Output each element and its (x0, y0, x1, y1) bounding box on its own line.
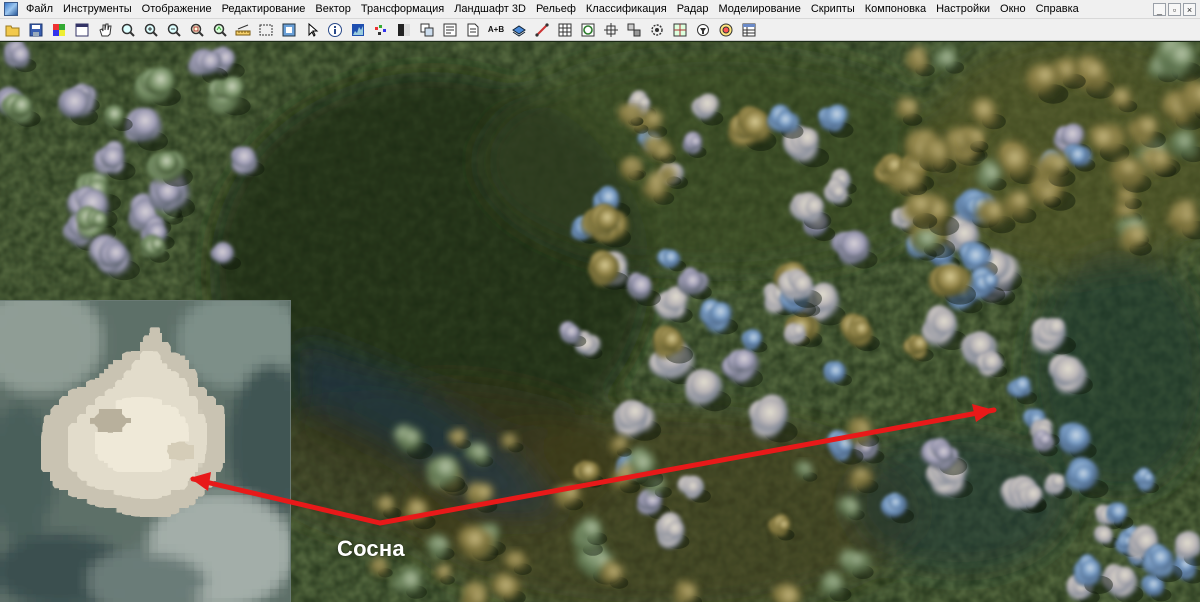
spreadsheet-icon (742, 23, 756, 36)
menu-items: Файл Инструменты Отображение Редактирование… (21, 0, 1084, 18)
ruler-icon (235, 24, 251, 35)
menu-file[interactable]: Файл (21, 0, 58, 18)
overlay-icon (443, 23, 457, 36)
menu-transform[interactable]: Трансформация (356, 0, 449, 18)
toolbar-button-window-view[interactable] (72, 20, 92, 39)
toolbar-button-contrast[interactable] (394, 20, 414, 39)
filter-icon (697, 23, 709, 36)
toolbar-button-layers[interactable] (509, 20, 529, 39)
toolbar-button-measure-line[interactable] (532, 20, 552, 39)
toolbar-button-settings-gear[interactable] (647, 20, 667, 39)
menu-help[interactable]: Справка (1031, 0, 1084, 18)
table-icon (558, 23, 572, 36)
zoom-icon (121, 23, 135, 37)
menu-tools[interactable]: Инструменты (58, 0, 137, 18)
histogram-icon (352, 23, 364, 36)
color-composite-icon (53, 23, 65, 36)
minimize-button[interactable]: _ (1153, 2, 1166, 16)
toolbar-button-vector-grid[interactable] (578, 20, 598, 39)
toolbar-button-pan-hand[interactable] (95, 20, 115, 39)
menu-scripts[interactable]: Скрипты (806, 0, 860, 18)
toolbar-button-save[interactable] (26, 20, 46, 39)
app-logo-icon[interactable] (4, 2, 18, 16)
menu-modeling[interactable]: Моделирование (714, 0, 806, 18)
image-view[interactable]: Сосна (0, 42, 1200, 602)
close-button[interactable]: × (1183, 2, 1196, 16)
toolbar-button-zoom[interactable] (118, 20, 138, 39)
menu-settings[interactable]: Настройки (931, 0, 995, 18)
toolbar-button-table[interactable] (555, 20, 575, 39)
band-math-icon: A+B (487, 25, 505, 34)
settings-gear-icon (651, 23, 663, 36)
save-icon (29, 23, 43, 36)
toolbar-button-info[interactable] (325, 20, 345, 39)
window-view-icon (75, 23, 89, 36)
pan-hand-icon (99, 23, 112, 36)
info-icon (328, 22, 342, 37)
toolbar-button-spreadsheet[interactable] (739, 20, 759, 39)
zoom-fit-icon (190, 23, 204, 37)
zoom-in-icon (144, 23, 158, 37)
menu-vector[interactable]: Вектор (310, 0, 356, 18)
toolbar-button-zoom-fit[interactable] (187, 20, 207, 39)
zoom-layer-icon (213, 23, 227, 37)
toolbar-button-crosshair[interactable] (601, 20, 621, 39)
toolbar-button-mosaic[interactable] (624, 20, 644, 39)
zoom-out-icon (167, 23, 181, 37)
menu-layout[interactable]: Компоновка (860, 0, 931, 18)
toolbar-button-target[interactable] (716, 20, 736, 39)
toolbar-button-select-rectangle[interactable] (256, 20, 276, 39)
vector-grid-icon (581, 23, 595, 36)
map-grid-icon (673, 23, 687, 36)
window-controls: _ ▫ × (1153, 2, 1196, 16)
menu-window[interactable]: Окно (995, 0, 1031, 18)
menu-classification[interactable]: Классификация (581, 0, 672, 18)
contrast-icon (398, 23, 410, 36)
toolbar-button-cursor[interactable] (302, 20, 322, 39)
menu-relief[interactable]: Рельеф (531, 0, 581, 18)
toolbar-button-ruler[interactable] (233, 20, 253, 39)
annotation-arrows (190, 404, 997, 526)
menu-bar: Файл Инструменты Отображение Редактирование… (0, 0, 1200, 19)
toolbar-button-document[interactable] (463, 20, 483, 39)
bands-icon (420, 23, 434, 36)
toolbar-button-band-math[interactable]: A+B (486, 20, 506, 39)
arrow-to-inset-line (190, 476, 383, 526)
menu-display[interactable]: Отображение (137, 0, 217, 18)
toolbar-button-zoom-out[interactable] (164, 20, 184, 39)
target-icon (719, 23, 733, 36)
toolbar-button-zoom-layer[interactable] (210, 20, 230, 39)
toolbar-button-overlay[interactable] (440, 20, 460, 39)
document-icon (467, 23, 479, 36)
toolbar-button-histogram[interactable] (348, 20, 368, 39)
toolbar-button-frame[interactable] (279, 20, 299, 39)
cursor-icon (308, 22, 319, 37)
frame-icon (282, 23, 296, 36)
crosshair-icon (604, 22, 618, 37)
menu-landscape3d[interactable]: Ландшафт 3D (449, 0, 531, 18)
main-toolbar: A+B (0, 19, 1200, 41)
open-folder-icon (5, 25, 20, 36)
toolbar-button-bands[interactable] (417, 20, 437, 39)
annotation-label: Сосна (337, 536, 405, 561)
toolbar-button-open-folder[interactable] (3, 20, 23, 39)
toolbar-button-color-composite[interactable] (49, 20, 69, 39)
mosaic-icon (627, 23, 641, 36)
double-arrow-pine (190, 404, 997, 526)
measure-line-icon (535, 22, 549, 37)
layers-icon (512, 24, 526, 37)
toolbar-button-map-grid[interactable] (670, 20, 690, 39)
select-rectangle-icon (259, 24, 273, 35)
menu-radar[interactable]: Радар (672, 0, 714, 18)
restore-button[interactable]: ▫ (1168, 2, 1181, 16)
toolbar-button-filter[interactable] (693, 20, 713, 39)
toolbar-button-pixel[interactable] (371, 20, 391, 39)
toolbar-button-zoom-in[interactable] (141, 20, 161, 39)
arrow-to-canopy-line (377, 407, 997, 526)
menu-edit[interactable]: Редактирование (217, 0, 311, 18)
pixel-icon (375, 24, 386, 35)
application-window: Файл Инструменты Отображение Редактирование… (0, 0, 1200, 602)
